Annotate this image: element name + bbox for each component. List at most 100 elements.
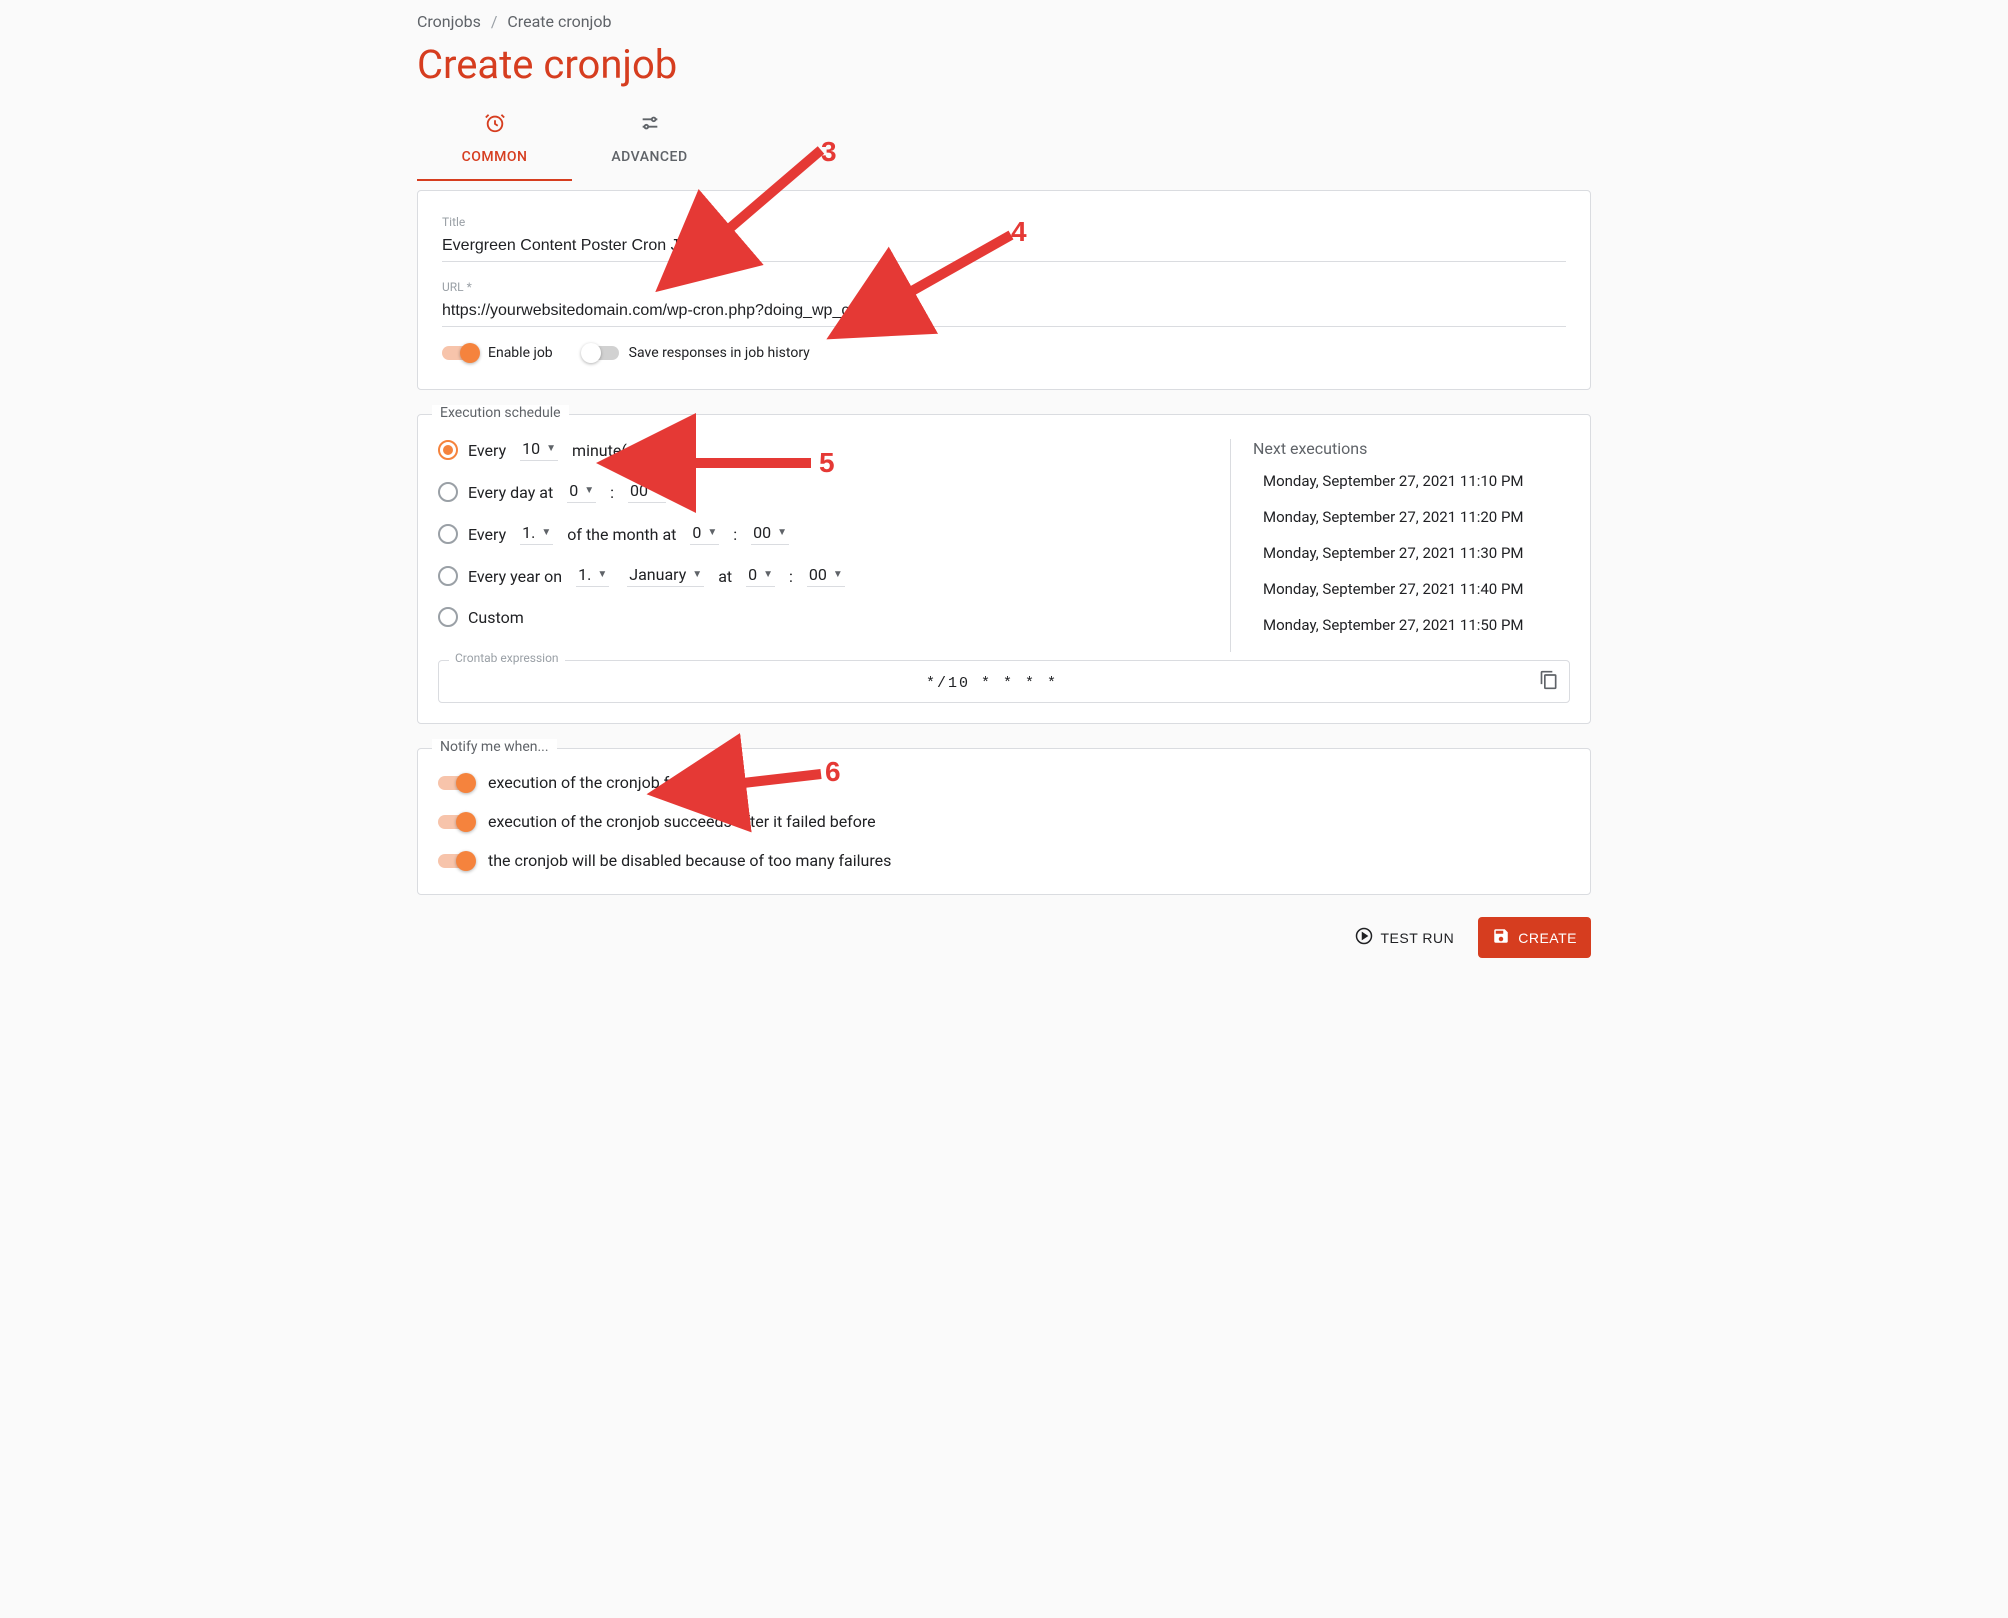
save-responses-label: Save responses in job history bbox=[629, 345, 810, 361]
chevron-down-icon: ▼ bbox=[597, 569, 607, 580]
breadcrumb-sep: / bbox=[491, 12, 498, 31]
breadcrumb-current: Create cronjob bbox=[507, 12, 611, 31]
value: 0 bbox=[569, 481, 578, 500]
notify-recover-label: execution of the cronjob succeeds after … bbox=[488, 812, 876, 831]
daily-hour-select[interactable]: 0 ▼ bbox=[567, 481, 596, 503]
play-icon bbox=[1355, 927, 1373, 948]
radio-icon bbox=[438, 524, 458, 544]
test-run-label: TEST RUN bbox=[1381, 930, 1455, 946]
value: 0 bbox=[748, 565, 757, 584]
breadcrumb-root[interactable]: Cronjobs bbox=[417, 12, 481, 31]
label: of the month at bbox=[567, 525, 676, 544]
schedule-section: Execution schedule Every 10 ▼ minute(s) … bbox=[417, 414, 1591, 724]
breadcrumb: Cronjobs / Create cronjob bbox=[417, 12, 1591, 31]
radio-icon bbox=[438, 482, 458, 502]
chevron-down-icon: ▼ bbox=[654, 485, 664, 496]
form-card: Title URL * Enable job Save responses in… bbox=[417, 190, 1591, 390]
title-field: Title bbox=[442, 215, 1566, 262]
value: 00 bbox=[630, 481, 648, 500]
notify-disable-toggle[interactable]: the cronjob will be disabled because of … bbox=[438, 851, 1570, 870]
alarm-icon bbox=[417, 112, 572, 139]
label: minute(s) bbox=[572, 441, 641, 460]
enable-job-label: Enable job bbox=[488, 345, 553, 361]
label: Every bbox=[468, 441, 506, 460]
daily-minute-select[interactable]: 00 ▼ bbox=[628, 481, 666, 503]
value: January bbox=[629, 565, 686, 584]
schedule-monthly-row[interactable]: Every 1. ▼ of the month at 0 ▼ : 00 ▼ bbox=[438, 523, 1220, 545]
footer-actions: TEST RUN CREATE bbox=[417, 917, 1591, 958]
radio-icon bbox=[438, 566, 458, 586]
label: Every bbox=[468, 525, 506, 544]
title-label: Title bbox=[442, 215, 1566, 229]
notify-legend: Notify me when... bbox=[432, 739, 557, 755]
chevron-down-icon: ▼ bbox=[692, 569, 702, 580]
every-interval-select[interactable]: 10 ▼ bbox=[520, 439, 558, 461]
crontab-box: Crontab expression */10 * * * * bbox=[438, 660, 1570, 703]
label: Every day at bbox=[468, 483, 553, 502]
tab-advanced[interactable]: ADVANCED bbox=[572, 102, 727, 181]
value: 00 bbox=[809, 565, 827, 584]
chevron-down-icon: ▼ bbox=[584, 485, 594, 496]
value: 1. bbox=[522, 523, 535, 542]
yearly-minute-select[interactable]: 00 ▼ bbox=[807, 565, 845, 587]
yearly-day-select[interactable]: 1. ▼ bbox=[576, 565, 609, 587]
notify-fail-label: execution of the cronjob fails bbox=[488, 773, 694, 792]
page-title: Create cronjob bbox=[417, 41, 1591, 88]
schedule-legend: Execution schedule bbox=[432, 405, 569, 421]
notify-disable-label: the cronjob will be disabled because of … bbox=[488, 851, 891, 870]
chevron-down-icon: ▼ bbox=[833, 569, 843, 580]
schedule-custom-row[interactable]: Custom bbox=[438, 607, 1220, 627]
schedule-yearly-row[interactable]: Every year on 1. ▼ January ▼ at 0 ▼ : bbox=[438, 565, 1220, 587]
label: Every year on bbox=[468, 567, 562, 586]
next-exec-item: Monday, September 27, 2021 11:10 PM bbox=[1253, 472, 1570, 490]
label: : bbox=[610, 483, 614, 502]
chevron-down-icon: ▼ bbox=[546, 443, 556, 454]
next-exec-item: Monday, September 27, 2021 11:20 PM bbox=[1253, 508, 1570, 526]
save-icon bbox=[1492, 927, 1510, 948]
notify-section: Notify me when... execution of the cronj… bbox=[417, 748, 1591, 895]
yearly-month-select[interactable]: January ▼ bbox=[627, 565, 704, 587]
create-label: CREATE bbox=[1518, 930, 1577, 946]
label: : bbox=[733, 525, 737, 544]
create-button[interactable]: CREATE bbox=[1478, 917, 1591, 958]
tab-label: ADVANCED bbox=[611, 149, 687, 165]
notify-recover-toggle[interactable]: execution of the cronjob succeeds after … bbox=[438, 812, 1570, 831]
notify-fail-toggle[interactable]: execution of the cronjob fails bbox=[438, 773, 1570, 792]
monthly-day-select[interactable]: 1. ▼ bbox=[520, 523, 553, 545]
tab-common[interactable]: COMMON bbox=[417, 102, 572, 181]
label: Custom bbox=[468, 608, 524, 627]
chevron-down-icon: ▼ bbox=[763, 569, 773, 580]
yearly-hour-select[interactable]: 0 ▼ bbox=[746, 565, 775, 587]
chevron-down-icon: ▼ bbox=[707, 527, 717, 538]
tabs: COMMON ADVANCED bbox=[417, 102, 1591, 182]
radio-icon bbox=[438, 607, 458, 627]
chevron-down-icon: ▼ bbox=[777, 527, 787, 538]
value: 00 bbox=[753, 523, 771, 542]
next-exec-title: Next executions bbox=[1253, 439, 1570, 458]
copy-icon[interactable] bbox=[1539, 670, 1559, 694]
next-exec-item: Monday, September 27, 2021 11:40 PM bbox=[1253, 580, 1570, 598]
value: 10 bbox=[522, 439, 540, 458]
enable-job-toggle[interactable]: Enable job bbox=[442, 345, 553, 361]
url-input[interactable] bbox=[442, 296, 1566, 327]
sliders-icon bbox=[572, 112, 727, 139]
value: 1. bbox=[578, 565, 591, 584]
value: 0 bbox=[692, 523, 701, 542]
crontab-value: */10 * * * * bbox=[926, 675, 1058, 692]
title-input[interactable] bbox=[442, 231, 1566, 262]
save-responses-toggle[interactable]: Save responses in job history bbox=[583, 345, 810, 361]
tab-label: COMMON bbox=[462, 149, 528, 165]
label: : bbox=[789, 567, 793, 586]
monthly-hour-select[interactable]: 0 ▼ bbox=[690, 523, 719, 545]
label: at bbox=[718, 567, 732, 586]
schedule-every-row[interactable]: Every 10 ▼ minute(s) bbox=[438, 439, 1220, 461]
radio-selected-icon bbox=[438, 440, 458, 460]
next-exec-item: Monday, September 27, 2021 11:30 PM bbox=[1253, 544, 1570, 562]
url-field: URL * bbox=[442, 280, 1566, 327]
schedule-daily-row[interactable]: Every day at 0 ▼ : 00 ▼ bbox=[438, 481, 1220, 503]
chevron-down-icon: ▼ bbox=[541, 527, 551, 538]
url-label: URL * bbox=[442, 280, 1566, 294]
next-exec-item: Monday, September 27, 2021 11:50 PM bbox=[1253, 616, 1570, 634]
monthly-minute-select[interactable]: 00 ▼ bbox=[751, 523, 789, 545]
test-run-button[interactable]: TEST RUN bbox=[1341, 917, 1469, 958]
